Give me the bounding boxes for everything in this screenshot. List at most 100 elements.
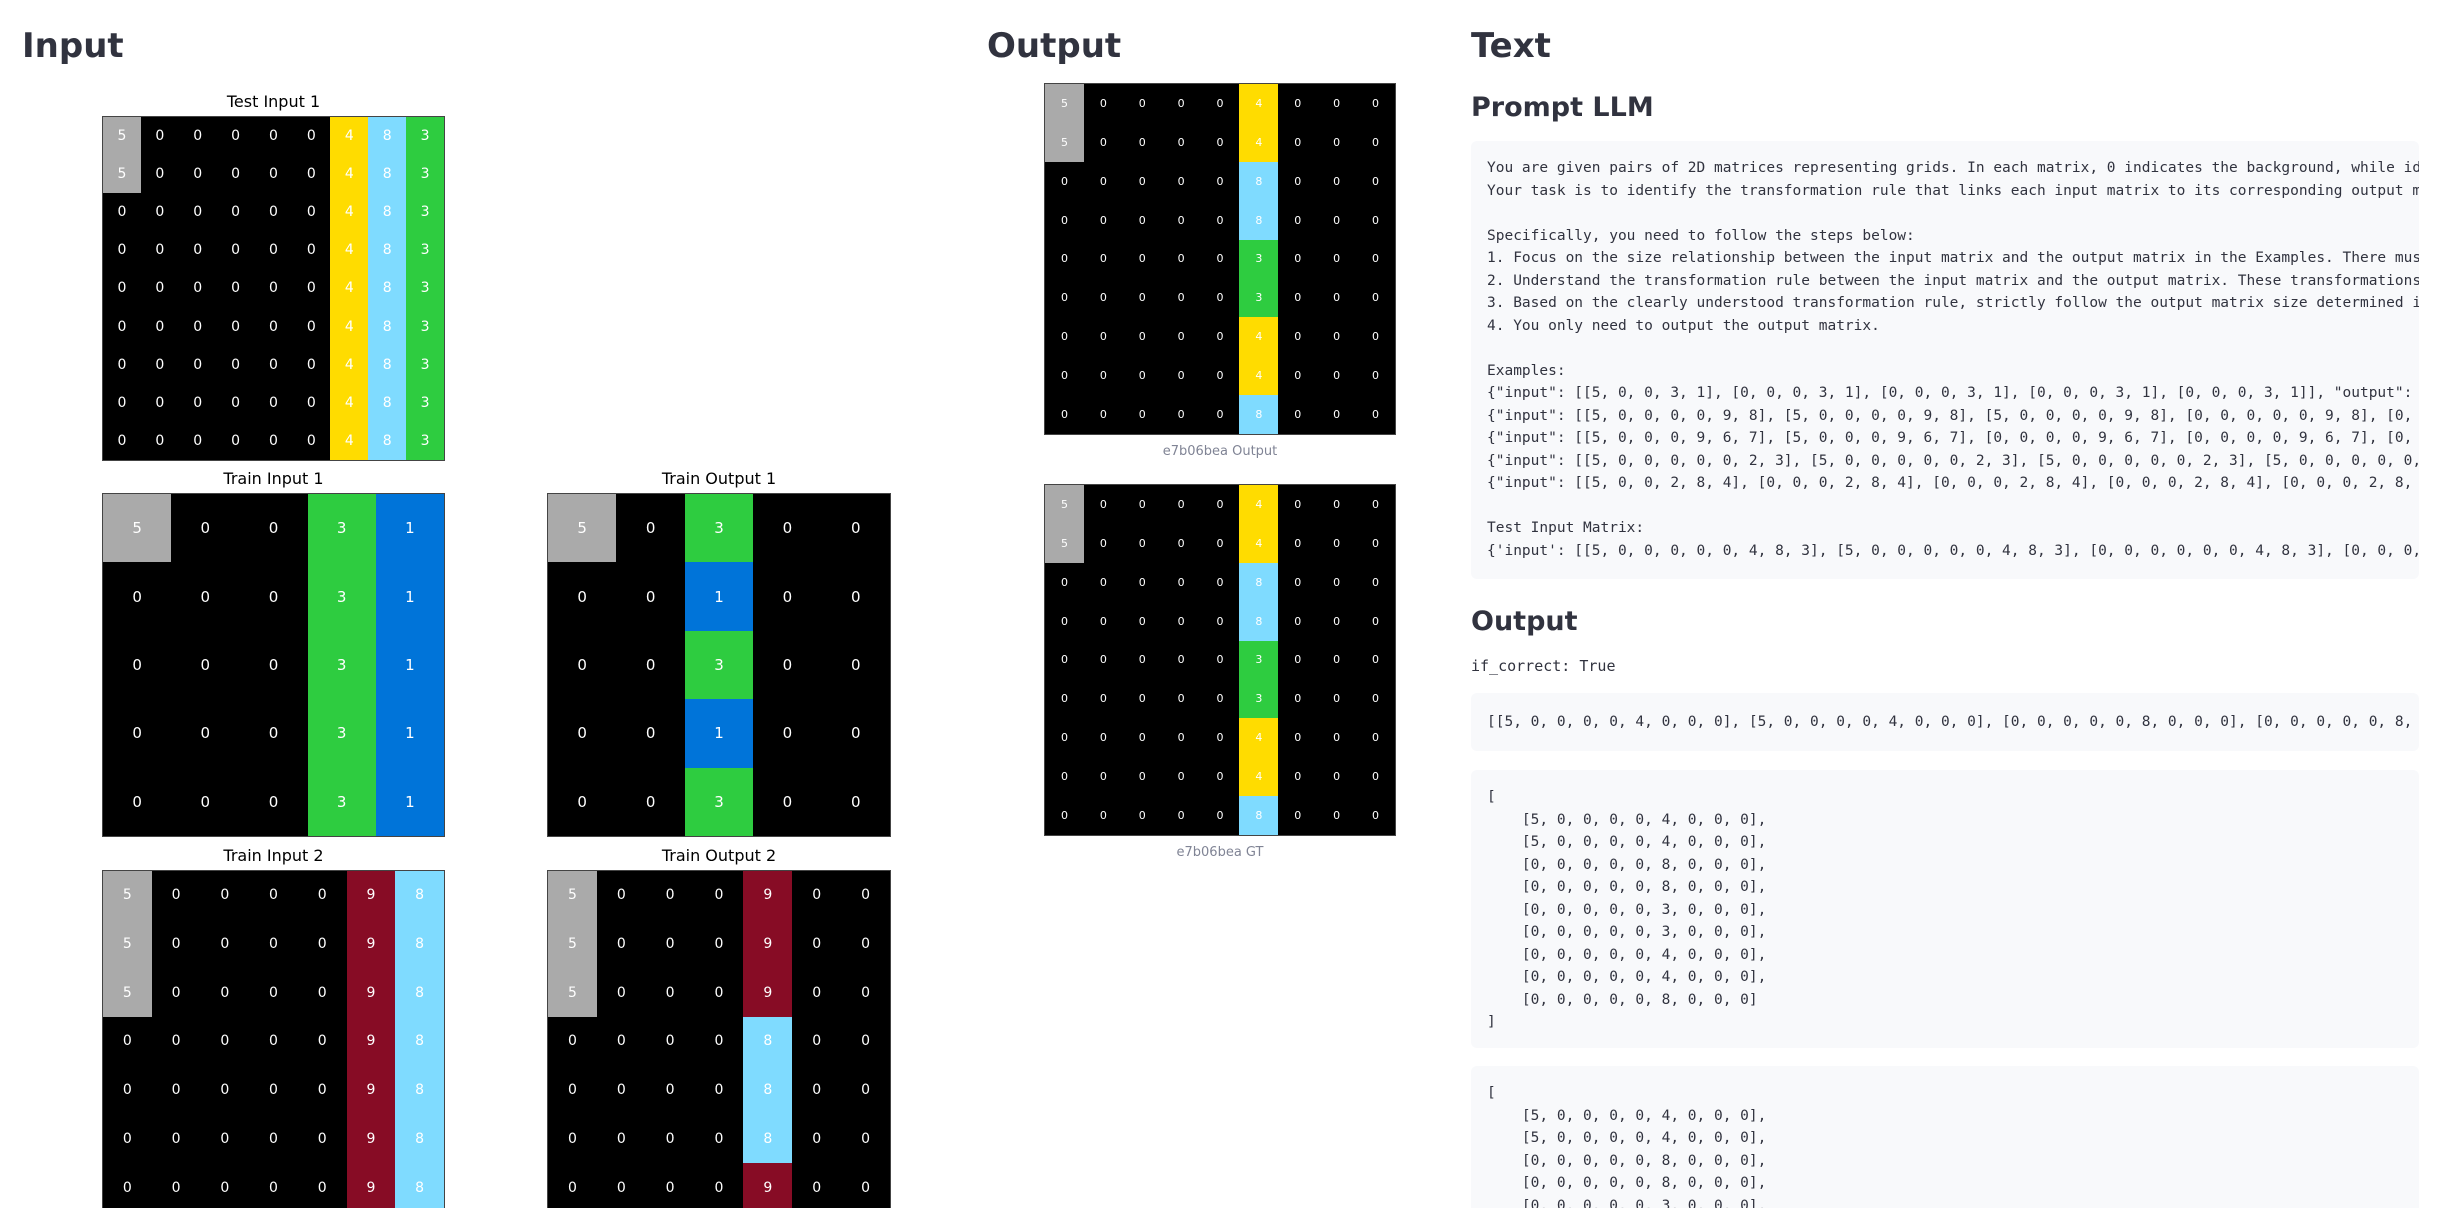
- gt-pretty-code-block[interactable]: [ [5, 0, 0, 0, 0, 4, 0, 0, 0], [5, 0, 0,…: [1471, 1066, 2419, 1208]
- grid-cell: 0: [297, 1114, 347, 1164]
- grid-cell: 0: [1161, 718, 1201, 758]
- output-pretty-code-block[interactable]: [ [5, 0, 0, 0, 0, 4, 0, 0, 0], [5, 0, 0,…: [1471, 770, 2419, 1048]
- grid-cell: 3: [307, 562, 376, 631]
- grid-cell: 0: [249, 1017, 298, 1066]
- grid-cell: 0: [200, 968, 250, 1018]
- grid-cell: 0: [1278, 523, 1318, 563]
- grid-cell: 0: [1356, 317, 1395, 357]
- grid-cell: 4: [1239, 718, 1279, 758]
- grid-cell: 4: [330, 421, 369, 460]
- grid-cell: 0: [645, 968, 695, 1018]
- grid-cell: 0: [694, 919, 744, 969]
- grid-cell: 0: [1083, 485, 1123, 524]
- grid-cell: 0: [292, 383, 331, 422]
- grid-cell: 0: [753, 562, 822, 631]
- grid-cell: 0: [1161, 122, 1201, 162]
- grid-cell: 0: [1356, 200, 1395, 240]
- grid-cell: 0: [1200, 239, 1240, 279]
- grid-cell: 0: [103, 307, 141, 346]
- grid-cell: 0: [1200, 317, 1240, 357]
- grid-cell: 0: [1161, 796, 1201, 835]
- grid-cell: 0: [297, 1065, 347, 1115]
- grid-cell: 0: [1083, 679, 1123, 719]
- grid-cell: 0: [1278, 84, 1318, 123]
- grid-cell: 0: [1317, 757, 1357, 797]
- prompt-code-block[interactable]: You are given pairs of 2D matrices repre…: [1471, 141, 2419, 579]
- grid-cell: 0: [140, 307, 179, 346]
- grid-cell: 0: [1083, 161, 1123, 201]
- output-flat-code-block[interactable]: [[5, 0, 0, 0, 0, 4, 0, 0, 0], [5, 0, 0, …: [1471, 693, 2419, 751]
- grid-cell: 0: [548, 1114, 597, 1164]
- grid-cell: 0: [1278, 640, 1318, 680]
- grid-cell: 3: [406, 231, 444, 270]
- grid-cell: 0: [1200, 84, 1240, 123]
- grid-cell: 5: [1045, 485, 1084, 524]
- grid-cell: 0: [140, 117, 179, 156]
- grid-cell: 4: [1239, 84, 1279, 123]
- grid-cell: 0: [1122, 278, 1162, 318]
- grid-cell: 0: [1161, 485, 1201, 524]
- grid-cell: 0: [1200, 356, 1240, 396]
- grid-cell: 1: [375, 630, 444, 700]
- grid-cell: 0: [151, 1163, 201, 1208]
- grid-cell: 0: [1045, 356, 1084, 396]
- grid-cell: 0: [1122, 562, 1162, 602]
- grid-cell: 0: [1161, 161, 1201, 201]
- grid-cell: 0: [216, 193, 255, 232]
- grid-cell: 0: [1278, 757, 1318, 797]
- grid-cell: 0: [297, 871, 347, 920]
- grid-cell: 0: [1045, 395, 1084, 434]
- grid-cell: 0: [1356, 757, 1395, 797]
- grid-cell: 9: [346, 1065, 396, 1115]
- grid-cell: 0: [178, 269, 217, 308]
- model-output-footer: e7b06bea Output: [1162, 444, 1278, 459]
- grid-cell: 0: [249, 1065, 298, 1115]
- grid-cell: 0: [200, 1017, 250, 1066]
- grid-cell: 0: [548, 699, 617, 768]
- grid-cell: 3: [1239, 640, 1279, 680]
- grid-cell: 0: [216, 117, 255, 156]
- grid-cell: 4: [330, 307, 369, 346]
- grid-cell: 0: [103, 630, 172, 700]
- grid-cell: 0: [103, 1017, 152, 1066]
- grid-cell: 0: [1356, 122, 1395, 162]
- grid-cell: 0: [1317, 356, 1357, 396]
- grid-cell: 0: [1278, 718, 1318, 758]
- grid-cell: 0: [841, 919, 890, 969]
- grid-cell: 0: [1200, 640, 1240, 680]
- grid-cell: 0: [1083, 718, 1123, 758]
- grid-cell: 0: [1317, 485, 1357, 524]
- grid-cell: 0: [140, 231, 179, 270]
- grid-cell: 0: [1161, 84, 1201, 123]
- grid-cell: 0: [200, 919, 250, 969]
- grid-cell: 0: [694, 968, 744, 1018]
- grid-cell: 0: [792, 968, 842, 1018]
- grid-cell: 0: [616, 767, 685, 836]
- grid-cell: 0: [753, 699, 822, 768]
- train-output-1-grid: 5030000100003000010000300: [547, 493, 891, 837]
- grid-cell: 0: [1278, 239, 1318, 279]
- grid-cell: 0: [1278, 161, 1318, 201]
- ground-truth-footer: e7b06bea GT: [1176, 845, 1264, 860]
- grid-cell: 0: [1045, 562, 1084, 602]
- grid-cell: 0: [103, 345, 141, 384]
- grid-cell: 0: [151, 871, 201, 920]
- grid-cell: 0: [548, 1017, 597, 1066]
- if-correct-label: if_correct: True: [1471, 657, 1616, 675]
- grid-cell: 3: [406, 345, 444, 384]
- train-input-1-grid: 5003100031000310003100031: [102, 493, 445, 837]
- grid-cell: 0: [239, 630, 308, 700]
- grid-cell: 0: [249, 871, 298, 920]
- grid-cell: 0: [249, 1163, 298, 1208]
- grid-cell: 8: [368, 345, 407, 384]
- grid-cell: 0: [1356, 679, 1395, 719]
- test-input-1-grid: 5000004835000004830000004830000004830000…: [102, 116, 445, 461]
- grid-cell: 0: [1317, 562, 1357, 602]
- grid-cell: 0: [821, 699, 890, 768]
- grid-cell: 0: [239, 699, 308, 768]
- grid-cell: 8: [368, 231, 407, 270]
- grid-cell: 5: [1045, 84, 1084, 123]
- grid-cell: 0: [151, 919, 201, 969]
- grid-cell: 0: [1083, 84, 1123, 123]
- output-section-title: Output: [1471, 606, 1578, 637]
